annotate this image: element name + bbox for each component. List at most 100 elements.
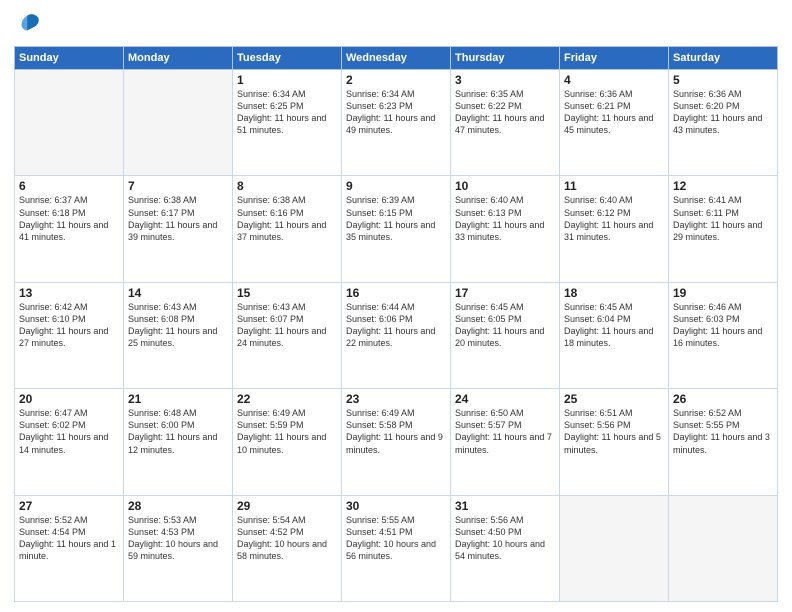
day-info: Sunrise: 6:49 AMSunset: 5:59 PMDaylight:… bbox=[237, 407, 337, 456]
day-number: 22 bbox=[237, 392, 337, 406]
sunset-label: Sunset: bbox=[128, 314, 159, 324]
sunset-label: Sunset: bbox=[346, 314, 377, 324]
day-info: Sunrise: 6:45 AMSunset: 6:05 PMDaylight:… bbox=[455, 301, 555, 350]
sunset-label: Sunset: bbox=[128, 527, 159, 537]
sunset-label: Sunset: bbox=[455, 208, 486, 218]
calendar-cell: 14Sunrise: 6:43 AMSunset: 6:08 PMDayligh… bbox=[124, 282, 233, 388]
day-number: 20 bbox=[19, 392, 119, 406]
calendar-cell: 23Sunrise: 6:49 AMSunset: 5:58 PMDayligh… bbox=[342, 389, 451, 495]
calendar-cell: 11Sunrise: 6:40 AMSunset: 6:12 PMDayligh… bbox=[560, 176, 669, 282]
sunrise-label: Sunrise: bbox=[237, 302, 270, 312]
weekday-header-saturday: Saturday bbox=[669, 47, 778, 70]
week-row-5: 27Sunrise: 5:52 AMSunset: 4:54 PMDayligh… bbox=[15, 495, 778, 601]
calendar-cell: 2Sunrise: 6:34 AMSunset: 6:23 PMDaylight… bbox=[342, 70, 451, 176]
calendar-cell: 7Sunrise: 6:38 AMSunset: 6:17 PMDaylight… bbox=[124, 176, 233, 282]
calendar-cell: 10Sunrise: 6:40 AMSunset: 6:13 PMDayligh… bbox=[451, 176, 560, 282]
sunrise-label: Sunrise: bbox=[673, 302, 706, 312]
weekday-header-thursday: Thursday bbox=[451, 47, 560, 70]
sunset-label: Sunset: bbox=[19, 208, 50, 218]
sunrise-label: Sunrise: bbox=[19, 515, 52, 525]
header bbox=[14, 10, 778, 38]
calendar-cell: 31Sunrise: 5:56 AMSunset: 4:50 PMDayligh… bbox=[451, 495, 560, 601]
sunrise-label: Sunrise: bbox=[455, 302, 488, 312]
day-number: 10 bbox=[455, 179, 555, 193]
day-info: Sunrise: 6:45 AMSunset: 6:04 PMDaylight:… bbox=[564, 301, 664, 350]
daylight-label: Daylight: bbox=[673, 220, 708, 230]
sunset-label: Sunset: bbox=[346, 420, 377, 430]
logo bbox=[14, 10, 46, 38]
sunset-label: Sunset: bbox=[237, 208, 268, 218]
day-info: Sunrise: 6:52 AMSunset: 5:55 PMDaylight:… bbox=[673, 407, 773, 456]
sunrise-label: Sunrise: bbox=[346, 89, 379, 99]
sunset-label: Sunset: bbox=[237, 314, 268, 324]
day-info: Sunrise: 6:44 AMSunset: 6:06 PMDaylight:… bbox=[346, 301, 446, 350]
daylight-label: Daylight: bbox=[564, 326, 599, 336]
day-info: Sunrise: 6:43 AMSunset: 6:08 PMDaylight:… bbox=[128, 301, 228, 350]
day-number: 19 bbox=[673, 286, 773, 300]
day-info: Sunrise: 6:36 AMSunset: 6:21 PMDaylight:… bbox=[564, 88, 664, 137]
day-number: 1 bbox=[237, 73, 337, 87]
day-number: 27 bbox=[19, 499, 119, 513]
daylight-label: Daylight: bbox=[455, 539, 490, 549]
sunrise-label: Sunrise: bbox=[128, 408, 161, 418]
daylight-label: Daylight: bbox=[237, 432, 272, 442]
sunrise-label: Sunrise: bbox=[237, 408, 270, 418]
calendar-cell: 15Sunrise: 6:43 AMSunset: 6:07 PMDayligh… bbox=[233, 282, 342, 388]
day-info: Sunrise: 6:50 AMSunset: 5:57 PMDaylight:… bbox=[455, 407, 555, 456]
day-number: 11 bbox=[564, 179, 664, 193]
daylight-label: Daylight: bbox=[128, 220, 163, 230]
calendar-cell: 25Sunrise: 6:51 AMSunset: 5:56 PMDayligh… bbox=[560, 389, 669, 495]
sunrise-label: Sunrise: bbox=[237, 89, 270, 99]
day-number: 12 bbox=[673, 179, 773, 193]
daylight-label: Daylight: bbox=[673, 113, 708, 123]
day-info: Sunrise: 5:53 AMSunset: 4:53 PMDaylight:… bbox=[128, 514, 228, 563]
day-number: 8 bbox=[237, 179, 337, 193]
daylight-label: Daylight: bbox=[237, 113, 272, 123]
day-number: 9 bbox=[346, 179, 446, 193]
sunrise-label: Sunrise: bbox=[19, 195, 52, 205]
day-number: 26 bbox=[673, 392, 773, 406]
daylight-label: Daylight: bbox=[564, 432, 599, 442]
daylight-label: Daylight: bbox=[564, 113, 599, 123]
day-info: Sunrise: 5:55 AMSunset: 4:51 PMDaylight:… bbox=[346, 514, 446, 563]
day-number: 2 bbox=[346, 73, 446, 87]
sunrise-label: Sunrise: bbox=[128, 195, 161, 205]
calendar-cell: 5Sunrise: 6:36 AMSunset: 6:20 PMDaylight… bbox=[669, 70, 778, 176]
calendar-cell: 17Sunrise: 6:45 AMSunset: 6:05 PMDayligh… bbox=[451, 282, 560, 388]
calendar-cell bbox=[15, 70, 124, 176]
weekday-header-tuesday: Tuesday bbox=[233, 47, 342, 70]
day-info: Sunrise: 5:52 AMSunset: 4:54 PMDaylight:… bbox=[19, 514, 119, 563]
day-info: Sunrise: 6:40 AMSunset: 6:12 PMDaylight:… bbox=[564, 194, 664, 243]
weekday-header-sunday: Sunday bbox=[15, 47, 124, 70]
daylight-label: Daylight: bbox=[346, 432, 381, 442]
daylight-label: Daylight: bbox=[346, 220, 381, 230]
sunrise-label: Sunrise: bbox=[673, 195, 706, 205]
sunrise-label: Sunrise: bbox=[128, 302, 161, 312]
day-info: Sunrise: 6:39 AMSunset: 6:15 PMDaylight:… bbox=[346, 194, 446, 243]
sunset-label: Sunset: bbox=[564, 101, 595, 111]
calendar-cell bbox=[124, 70, 233, 176]
day-info: Sunrise: 6:43 AMSunset: 6:07 PMDaylight:… bbox=[237, 301, 337, 350]
day-number: 7 bbox=[128, 179, 228, 193]
day-number: 6 bbox=[19, 179, 119, 193]
week-row-1: 1Sunrise: 6:34 AMSunset: 6:25 PMDaylight… bbox=[15, 70, 778, 176]
sunset-label: Sunset: bbox=[346, 101, 377, 111]
day-number: 18 bbox=[564, 286, 664, 300]
daylight-label: Daylight: bbox=[455, 113, 490, 123]
day-number: 28 bbox=[128, 499, 228, 513]
daylight-label: Daylight: bbox=[237, 326, 272, 336]
daylight-label: Daylight: bbox=[455, 220, 490, 230]
daylight-label: Daylight: bbox=[346, 539, 381, 549]
sunset-label: Sunset: bbox=[455, 101, 486, 111]
daylight-label: Daylight: bbox=[673, 326, 708, 336]
calendar-table: SundayMondayTuesdayWednesdayThursdayFrid… bbox=[14, 46, 778, 602]
sunrise-label: Sunrise: bbox=[237, 195, 270, 205]
calendar-cell: 12Sunrise: 6:41 AMSunset: 6:11 PMDayligh… bbox=[669, 176, 778, 282]
day-info: Sunrise: 6:42 AMSunset: 6:10 PMDaylight:… bbox=[19, 301, 119, 350]
sunset-label: Sunset: bbox=[673, 101, 704, 111]
daylight-label: Daylight: bbox=[19, 432, 54, 442]
sunrise-label: Sunrise: bbox=[346, 408, 379, 418]
day-number: 21 bbox=[128, 392, 228, 406]
daylight-label: Daylight: bbox=[128, 326, 163, 336]
calendar-cell: 6Sunrise: 6:37 AMSunset: 6:18 PMDaylight… bbox=[15, 176, 124, 282]
